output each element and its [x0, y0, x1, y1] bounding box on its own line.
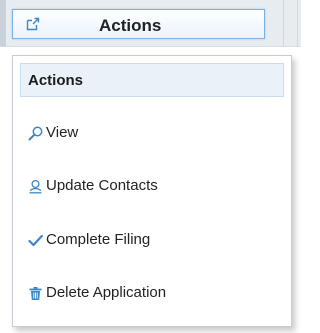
- external-link-icon: [26, 17, 40, 31]
- menu-item-label: Complete Filing: [46, 231, 151, 248]
- menu-item-label: View: [46, 124, 79, 141]
- menu-header-title: Actions: [28, 72, 84, 89]
- toolbar-divider: [297, 0, 298, 46]
- menu-item-label: Update Contacts: [46, 177, 158, 194]
- actions-button-label: Actions: [99, 16, 162, 35]
- toolbar-divider: [283, 0, 284, 46]
- menu-item-complete-filing[interactable]: Complete Filing: [21, 225, 285, 255]
- menu-item-delete-application[interactable]: Delete Application: [21, 278, 285, 308]
- menu-item-view[interactable]: View: [21, 118, 285, 148]
- actions-button[interactable]: Actions: [12, 9, 265, 39]
- toolbar-left-edge: [0, 0, 6, 46]
- checkmark-icon: [28, 234, 43, 247]
- menu-header: Actions: [20, 63, 284, 97]
- search-icon: [28, 126, 43, 141]
- menu-item-label: Delete Application: [46, 284, 167, 301]
- menu-item-update-contacts[interactable]: Update Contacts: [21, 171, 285, 201]
- user-icon: [29, 179, 42, 194]
- trash-icon: [29, 287, 42, 300]
- toolbar: Actions: [0, 0, 301, 47]
- actions-dropdown-menu: Actions View Update Contacts Complete Fi…: [12, 55, 292, 327]
